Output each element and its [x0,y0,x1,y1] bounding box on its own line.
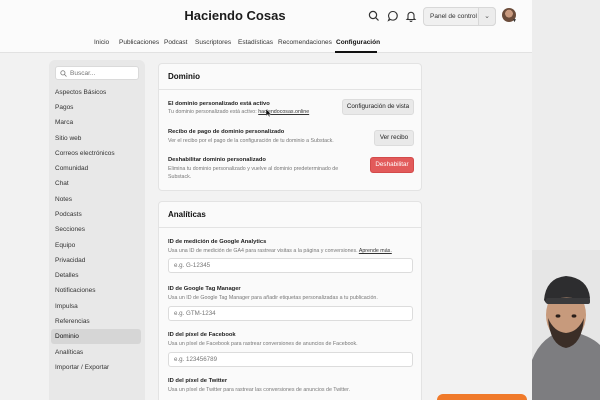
active-tab-indicator [335,51,377,53]
domain-active-label: El dominio personalizado está activo [168,101,270,107]
analytics-card-title: Analíticas [168,210,206,219]
floating-action-button[interactable] [437,394,527,400]
sidebar-item-aspectos-basicos[interactable]: Aspectos Básicos [51,85,141,100]
settings-tabs: Inicio Publicaciones Podcast Suscriptore… [0,33,532,53]
mouse-cursor-icon [266,109,271,117]
tab-inicio[interactable]: Inicio [94,39,109,46]
sidebar-item-equipo[interactable]: Equipo [51,238,141,253]
receipt-label: Recibo de pago de dominio personalizado [168,129,285,135]
ga-id-input[interactable] [168,258,413,273]
disable-domain-button[interactable]: Deshabilitar [370,157,414,173]
tab-publicaciones[interactable]: Publicaciones [119,39,159,46]
top-header: Haciendo Cosas Panel de control ⌄ ▼ [0,0,532,33]
twitter-pixel-desc: Usa un píxel de Twitter para rastrear la… [168,387,351,393]
disable-domain-desc: Elimina tu dominio personalizado y vuelv… [168,166,339,180]
settings-sidebar: Aspectos Básicos Pagos Marca Sitio web C… [49,60,145,400]
learn-more-link[interactable]: Aprende más. [359,248,392,254]
divider [159,89,421,90]
sidebar-item-analiticas[interactable]: Analíticas [51,345,141,360]
sidebar-item-privacidad[interactable]: Privacidad [51,253,141,268]
sidebar-item-podcasts[interactable]: Podcasts [51,207,141,222]
gtm-id-desc: Usa un ID de Google Tag Manager para aña… [168,295,378,301]
webcam-overlay [532,0,600,400]
tab-configuracion[interactable]: Configuración [336,39,380,46]
view-settings-button[interactable]: Configuración de vista [342,99,414,115]
sidebar-item-notificaciones[interactable]: Notificaciones [51,283,141,298]
twitter-pixel-label: ID del píxel de Twitter [168,378,228,384]
gtm-id-input[interactable] [168,306,413,321]
sidebar-item-importar-exportar[interactable]: Importar / Exportar [51,360,141,375]
sidebar-item-marca[interactable]: Marca [51,115,141,130]
sidebar-item-sitio-web[interactable]: Sitio web [51,131,141,146]
site-title[interactable]: Haciendo Cosas [0,8,470,23]
domain-card: Dominio El dominio personalizado está ac… [158,63,422,191]
sidebar-search [55,66,139,80]
sidebar-item-impulsa[interactable]: Impulsa [51,299,141,314]
facebook-pixel-desc: Usa un píxel de Facebook para rastrear c… [168,341,358,347]
view-receipt-button[interactable]: Ver recibo [374,130,414,146]
sidebar-item-secciones[interactable]: Secciones [51,222,141,237]
avatar-chevron-icon[interactable]: ▼ [512,18,517,24]
facebook-pixel-input[interactable] [168,352,413,367]
disable-domain-label: Deshabilitar dominio personalizado [168,157,266,163]
facebook-pixel-label: ID del píxel de Facebook [168,332,236,338]
tab-suscriptores[interactable]: Suscriptores [195,39,231,46]
presenter-video-icon [532,0,600,400]
chat-icon[interactable] [387,10,399,22]
search-icon [60,70,67,77]
domain-card-title: Dominio [168,72,200,81]
app-window: Haciendo Cosas Panel de control ⌄ ▼ Inic… [0,0,532,400]
sidebar-item-pagos[interactable]: Pagos [51,100,141,115]
domain-active-desc: Tu dominio personalizado está activo: ha… [168,109,348,117]
search-icon[interactable] [368,10,380,22]
chevron-down-icon: ⌄ [484,13,490,20]
gtm-id-label: ID de Google Tag Manager [168,286,241,292]
sidebar-item-dominio[interactable]: Dominio [51,329,141,344]
receipt-desc: Ver el recibo por el pago de la configur… [168,138,334,144]
sidebar-item-referencias[interactable]: Referencias [51,314,141,329]
sidebar-search-input[interactable] [70,68,136,79]
ga-id-desc: Usa una ID de medición de GA4 para rastr… [168,248,392,254]
sidebar-item-comunidad[interactable]: Comunidad [51,161,141,176]
tab-podcast[interactable]: Podcast [164,39,188,46]
sidebar-item-chat[interactable]: Chat [51,176,141,191]
tab-recomendaciones[interactable]: Recomendaciones [278,39,332,46]
domain-active-desc-text: Tu dominio personalizado está activo: [168,109,259,115]
tab-estadisticas[interactable]: Estadísticas [238,39,273,46]
bell-icon[interactable] [405,10,417,22]
dashboard-dropdown-button[interactable]: ⌄ [478,7,496,26]
divider [159,227,421,228]
ga-id-desc-text: Usa una ID de medición de GA4 para rastr… [168,248,358,254]
sidebar-item-correos[interactable]: Correos electrónicos [51,146,141,161]
ga-id-label: ID de medición de Google Analytics [168,239,267,245]
analytics-card: Analíticas ID de medición de Google Anal… [158,201,422,400]
sidebar-item-notes[interactable]: Notes [51,192,141,207]
sidebar-item-detalles[interactable]: Detalles [51,268,141,283]
